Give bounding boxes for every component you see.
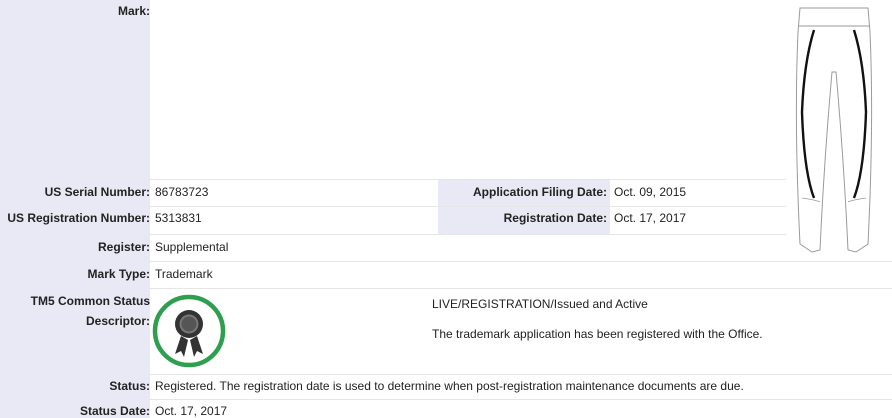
registration-date-value: Oct. 17, 2017 xyxy=(614,211,687,225)
row-divider xyxy=(150,234,786,235)
row-divider xyxy=(150,179,786,180)
mark-label: Mark: xyxy=(117,4,150,18)
tm5-status-title: LIVE/REGISTRATION/Issued and Active xyxy=(432,297,648,311)
serial-value: 86783723 xyxy=(155,185,209,199)
mark-type-label: Mark Type: xyxy=(87,267,150,281)
row-divider xyxy=(150,261,892,262)
row-divider xyxy=(150,288,892,289)
status-date-value: Oct. 17, 2017 xyxy=(155,404,228,418)
row-divider xyxy=(150,206,786,207)
filing-date-label: Application Filing Date: xyxy=(473,185,607,199)
label-column xyxy=(0,0,150,418)
filing-date-value: Oct. 09, 2015 xyxy=(614,185,687,199)
serial-label: US Serial Number: xyxy=(44,185,150,199)
register-value: Supplemental xyxy=(155,240,229,254)
status-date-label: Status Date: xyxy=(79,404,150,418)
tm5-status-description: The trademark application has been regis… xyxy=(432,327,763,341)
row-divider xyxy=(150,399,892,400)
registration-number-value: 5313831 xyxy=(155,211,202,225)
registration-date-label: Registration Date: xyxy=(503,211,607,225)
status-value: Registered. The registration date is use… xyxy=(155,379,744,393)
tm5-label-line1: TM5 Common Status xyxy=(30,294,150,308)
registration-number-label: US Registration Number: xyxy=(7,211,150,225)
tm5-label-line2: Descriptor: xyxy=(85,314,150,328)
mark-image xyxy=(795,7,873,253)
row-divider xyxy=(150,374,892,375)
mark-type-value: Trademark xyxy=(155,267,213,281)
status-label: Status: xyxy=(109,379,150,393)
registered-award-icon xyxy=(152,294,226,368)
register-label: Register: xyxy=(97,240,150,254)
